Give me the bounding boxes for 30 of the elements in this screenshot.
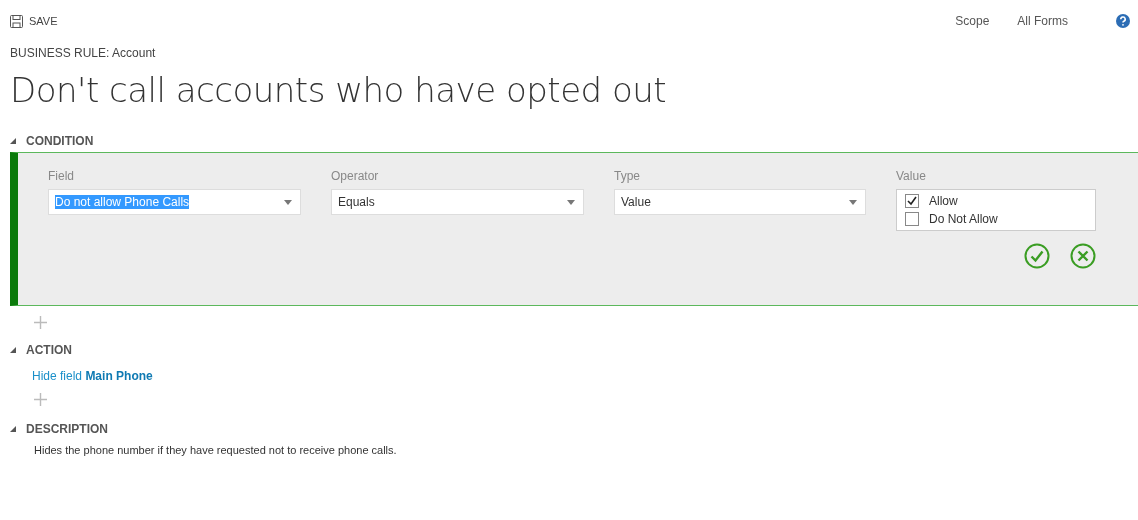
caret-icon (284, 199, 292, 205)
column-label: Field (48, 169, 75, 183)
help-icon[interactable] (1116, 14, 1130, 28)
section-heading: CONDITION (26, 134, 94, 148)
action-link[interactable]: Hide field Main Phone (32, 369, 1138, 383)
column-label: Value (896, 169, 927, 183)
checkbox[interactable] (905, 194, 919, 208)
description-text: Hides the phone number if they have requested not to receive phone calls. (34, 444, 398, 456)
dropdown[interactable]: Equals (331, 189, 584, 215)
collapse-icon[interactable] (10, 138, 16, 144)
breadcrumb: BUSINESS RULE: Account (10, 46, 157, 60)
section-heading: ACTION (26, 343, 72, 357)
rule-title: Don't call accounts who have opted out (10, 70, 668, 110)
cancel-button[interactable] (1070, 243, 1096, 269)
confirm-button[interactable] (1024, 243, 1050, 269)
checkbox-option[interactable]: Allow (905, 194, 1087, 208)
checkbox[interactable] (905, 212, 919, 226)
checkbox-option[interactable]: Do Not Allow (905, 212, 1087, 226)
save-icon (10, 14, 23, 28)
caret-icon (567, 199, 575, 205)
collapse-icon[interactable] (10, 347, 16, 353)
scope-label: Scope (955, 14, 990, 28)
column-label: Type (614, 169, 641, 183)
save-button[interactable]: SAVE (10, 14, 58, 28)
section-heading: DESCRIPTION (26, 422, 108, 436)
caret-icon (849, 199, 857, 205)
dropdown[interactable]: Value (614, 189, 866, 215)
scope-value[interactable]: All Forms (1017, 14, 1068, 28)
collapse-icon[interactable] (10, 426, 16, 432)
column-label: Operator (331, 169, 380, 183)
